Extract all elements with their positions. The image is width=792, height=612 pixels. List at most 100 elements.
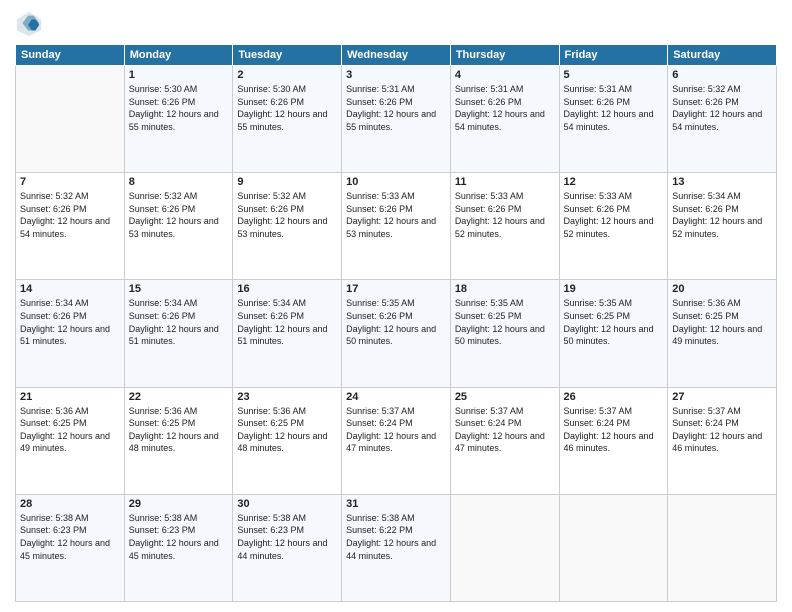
day-info: Sunrise: 5:34 AM Sunset: 6:26 PM Dayligh…	[672, 190, 772, 240]
calendar-cell: 8Sunrise: 5:32 AM Sunset: 6:26 PM Daylig…	[124, 173, 233, 280]
day-number: 16	[237, 283, 337, 295]
day-info: Sunrise: 5:33 AM Sunset: 6:26 PM Dayligh…	[346, 190, 446, 240]
day-number: 15	[129, 283, 229, 295]
calendar-cell: 18 Sunrise: 5:35 AM Sunset: 6:25 PM Dayli…	[450, 280, 559, 387]
day-number: 10	[346, 176, 446, 188]
day-info: Sunrise: 5:38 AM Sunset: 6:23 PM Dayligh…	[20, 512, 120, 562]
calendar-cell: 19 Sunrise: 5:35 AM Sunset: 6:25 PM Dayli…	[559, 280, 668, 387]
day-info: Sunrise: 5:38 AM Sunset: 6:23 PM Dayligh…	[129, 512, 229, 562]
day-info: Sunrise: 5:32 AM Sunset: 6:26 PM Dayligh…	[129, 190, 229, 240]
day-info: Sunrise: 5:37 AM Sunset: 6:24 PM Dayligh…	[672, 405, 772, 455]
calendar-cell: 22 Sunrise: 5:36 AM Sunset: 6:25 PM Dayli…	[124, 387, 233, 494]
day-info: Sunrise: 5:32 AM Sunset: 6:26 PM Dayligh…	[237, 190, 337, 240]
logo-icon	[15, 10, 43, 38]
day-number: 31	[346, 498, 446, 510]
weekday-header: Sunday	[16, 45, 125, 66]
calendar-week: 7 Sunrise: 5:32 AM Sunset: 6:26 PM Daylig…	[16, 173, 777, 280]
day-number: 19	[564, 283, 664, 295]
day-info: Sunrise: 5:35 AM Sunset: 6:25 PM Dayligh…	[564, 297, 664, 347]
day-number: 7	[20, 176, 120, 188]
day-number: 21	[20, 391, 120, 403]
day-info: Sunrise: 5:32 AM Sunset: 6:26 PM Dayligh…	[20, 190, 120, 240]
day-number: 28	[20, 498, 120, 510]
day-number: 25	[455, 391, 555, 403]
weekday-header: Saturday	[668, 45, 777, 66]
header	[15, 10, 777, 38]
calendar-week: 28 Sunrise: 5:38 AM Sunset: 6:23 PM Dayli…	[16, 494, 777, 601]
calendar-cell: 12Sunrise: 5:33 AM Sunset: 6:26 PM Dayli…	[559, 173, 668, 280]
day-number: 22	[129, 391, 229, 403]
calendar-cell: 15Sunrise: 5:34 AM Sunset: 6:26 PM Dayli…	[124, 280, 233, 387]
calendar-cell: 17 Sunrise: 5:35 AM Sunset: 6:26 PM Dayli…	[342, 280, 451, 387]
day-info: Sunrise: 5:36 AM Sunset: 6:25 PM Dayligh…	[129, 405, 229, 455]
weekday-header: Wednesday	[342, 45, 451, 66]
calendar-week: 1Sunrise: 5:30 AM Sunset: 6:26 PM Daylig…	[16, 66, 777, 173]
day-info: Sunrise: 5:38 AM Sunset: 6:23 PM Dayligh…	[237, 512, 337, 562]
page: SundayMondayTuesdayWednesdayThursdayFrid…	[0, 0, 792, 612]
day-number: 14	[20, 283, 120, 295]
calendar-cell: 2Sunrise: 5:30 AM Sunset: 6:26 PM Daylig…	[233, 66, 342, 173]
calendar-cell	[16, 66, 125, 173]
day-info: Sunrise: 5:37 AM Sunset: 6:24 PM Dayligh…	[346, 405, 446, 455]
day-number: 30	[237, 498, 337, 510]
day-info: Sunrise: 5:33 AM Sunset: 6:26 PM Dayligh…	[564, 190, 664, 240]
calendar-cell: 23Sunrise: 5:36 AM Sunset: 6:25 PM Dayli…	[233, 387, 342, 494]
calendar-cell: 9 Sunrise: 5:32 AM Sunset: 6:26 PM Daylig…	[233, 173, 342, 280]
calendar-cell: 7 Sunrise: 5:32 AM Sunset: 6:26 PM Daylig…	[16, 173, 125, 280]
calendar-cell: 24 Sunrise: 5:37 AM Sunset: 6:24 PM Dayli…	[342, 387, 451, 494]
calendar-header: SundayMondayTuesdayWednesdayThursdayFrid…	[16, 45, 777, 66]
day-info: Sunrise: 5:30 AM Sunset: 6:26 PM Dayligh…	[129, 83, 229, 133]
calendar-cell: 16 Sunrise: 5:34 AM Sunset: 6:26 PM Dayli…	[233, 280, 342, 387]
day-info: Sunrise: 5:34 AM Sunset: 6:26 PM Dayligh…	[237, 297, 337, 347]
calendar-cell: 14 Sunrise: 5:34 AM Sunset: 6:26 PM Dayli…	[16, 280, 125, 387]
calendar-cell: 30 Sunrise: 5:38 AM Sunset: 6:23 PM Dayli…	[233, 494, 342, 601]
day-number: 6	[672, 69, 772, 81]
day-info: Sunrise: 5:36 AM Sunset: 6:25 PM Dayligh…	[672, 297, 772, 347]
day-number: 29	[129, 498, 229, 510]
day-number: 27	[672, 391, 772, 403]
calendar-table: SundayMondayTuesdayWednesdayThursdayFrid…	[15, 44, 777, 602]
day-info: Sunrise: 5:37 AM Sunset: 6:24 PM Dayligh…	[455, 405, 555, 455]
calendar-cell: 31Sunrise: 5:38 AM Sunset: 6:22 PM Dayli…	[342, 494, 451, 601]
day-info: Sunrise: 5:31 AM Sunset: 6:26 PM Dayligh…	[564, 83, 664, 133]
weekday-header: Thursday	[450, 45, 559, 66]
calendar-cell	[559, 494, 668, 601]
calendar-cell: 28 Sunrise: 5:38 AM Sunset: 6:23 PM Dayli…	[16, 494, 125, 601]
calendar-cell: 29 Sunrise: 5:38 AM Sunset: 6:23 PM Dayli…	[124, 494, 233, 601]
calendar-cell: 11Sunrise: 5:33 AM Sunset: 6:26 PM Dayli…	[450, 173, 559, 280]
day-number: 3	[346, 69, 446, 81]
calendar-cell: 27 Sunrise: 5:37 AM Sunset: 6:24 PM Dayli…	[668, 387, 777, 494]
calendar-cell: 3 Sunrise: 5:31 AM Sunset: 6:26 PM Daylig…	[342, 66, 451, 173]
calendar-body: 1Sunrise: 5:30 AM Sunset: 6:26 PM Daylig…	[16, 66, 777, 602]
day-info: Sunrise: 5:36 AM Sunset: 6:25 PM Dayligh…	[20, 405, 120, 455]
day-number: 18	[455, 283, 555, 295]
calendar-cell	[450, 494, 559, 601]
calendar-cell: 13Sunrise: 5:34 AM Sunset: 6:26 PM Dayli…	[668, 173, 777, 280]
day-number: 5	[564, 69, 664, 81]
calendar-cell: 10 Sunrise: 5:33 AM Sunset: 6:26 PM Dayli…	[342, 173, 451, 280]
day-info: Sunrise: 5:36 AM Sunset: 6:25 PM Dayligh…	[237, 405, 337, 455]
day-number: 11	[455, 176, 555, 188]
day-info: Sunrise: 5:31 AM Sunset: 6:26 PM Dayligh…	[455, 83, 555, 133]
day-number: 24	[346, 391, 446, 403]
day-info: Sunrise: 5:30 AM Sunset: 6:26 PM Dayligh…	[237, 83, 337, 133]
day-number: 17	[346, 283, 446, 295]
day-info: Sunrise: 5:34 AM Sunset: 6:26 PM Dayligh…	[20, 297, 120, 347]
calendar-cell: 4Sunrise: 5:31 AM Sunset: 6:26 PM Daylig…	[450, 66, 559, 173]
calendar-cell: 20 Sunrise: 5:36 AM Sunset: 6:25 PM Dayli…	[668, 280, 777, 387]
day-info: Sunrise: 5:35 AM Sunset: 6:25 PM Dayligh…	[455, 297, 555, 347]
calendar-cell: 6 Sunrise: 5:32 AM Sunset: 6:26 PM Daylig…	[668, 66, 777, 173]
day-number: 20	[672, 283, 772, 295]
calendar-cell: 26 Sunrise: 5:37 AM Sunset: 6:24 PM Dayli…	[559, 387, 668, 494]
day-info: Sunrise: 5:31 AM Sunset: 6:26 PM Dayligh…	[346, 83, 446, 133]
day-info: Sunrise: 5:32 AM Sunset: 6:26 PM Dayligh…	[672, 83, 772, 133]
calendar-week: 14 Sunrise: 5:34 AM Sunset: 6:26 PM Dayli…	[16, 280, 777, 387]
logo	[15, 10, 47, 38]
day-number: 9	[237, 176, 337, 188]
weekday-header: Tuesday	[233, 45, 342, 66]
day-number: 26	[564, 391, 664, 403]
day-info: Sunrise: 5:37 AM Sunset: 6:24 PM Dayligh…	[564, 405, 664, 455]
day-info: Sunrise: 5:35 AM Sunset: 6:26 PM Dayligh…	[346, 297, 446, 347]
calendar-cell	[668, 494, 777, 601]
weekday-header: Friday	[559, 45, 668, 66]
